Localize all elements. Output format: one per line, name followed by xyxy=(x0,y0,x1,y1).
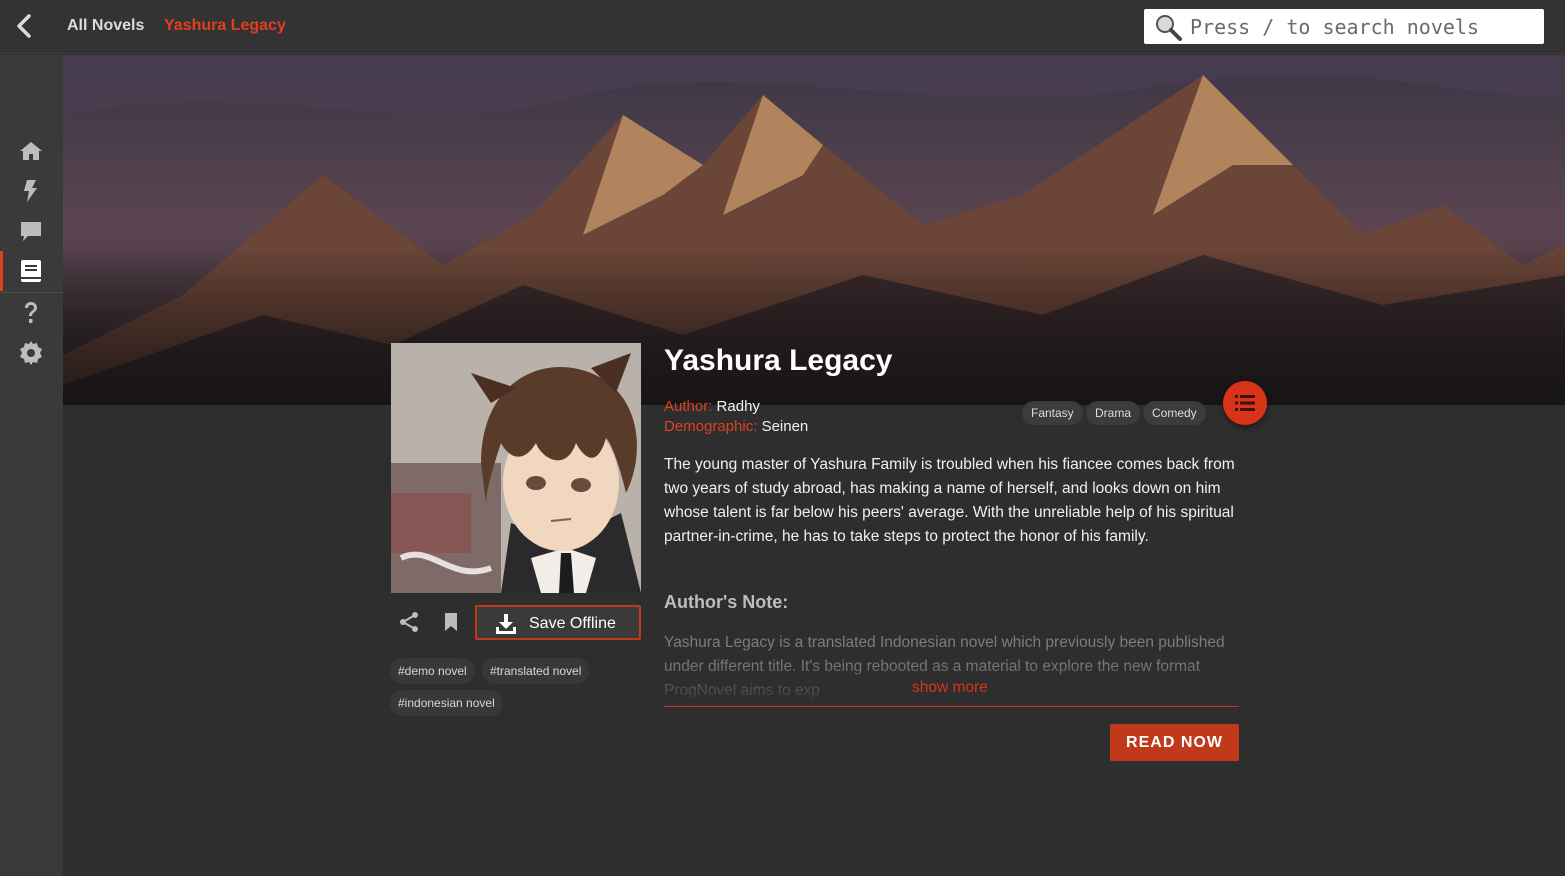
download-icon xyxy=(496,614,516,634)
genre-chip[interactable]: Comedy xyxy=(1143,401,1206,425)
home-icon xyxy=(20,142,42,160)
genre-chip[interactable]: Fantasy xyxy=(1022,401,1083,425)
gear-icon xyxy=(20,341,42,365)
save-offline-label: Save Offline xyxy=(529,615,616,632)
table-of-contents-button[interactable] xyxy=(1223,381,1267,425)
book-icon xyxy=(21,260,41,282)
share-button[interactable] xyxy=(396,609,422,635)
show-more-link[interactable]: show more xyxy=(912,679,988,697)
search-icon xyxy=(1156,15,1182,41)
lightning-icon xyxy=(24,180,37,202)
back-button[interactable] xyxy=(12,12,36,40)
demographic-label: Demographic: xyxy=(664,418,758,435)
list-icon xyxy=(1235,395,1255,411)
sidebar-item-updates[interactable] xyxy=(0,171,63,211)
breadcrumb-current: Yashura Legacy xyxy=(164,17,286,34)
cover-illustration xyxy=(391,343,641,593)
sidebar xyxy=(0,55,63,876)
chevron-left-icon xyxy=(17,14,31,38)
demographic-row: Demographic: Seinen xyxy=(664,418,808,435)
question-icon xyxy=(25,302,37,323)
save-offline-button[interactable]: Save Offline xyxy=(475,605,641,640)
chat-icon xyxy=(21,222,41,241)
breadcrumb-all-novels[interactable]: All Novels xyxy=(67,17,144,35)
sidebar-item-help[interactable] xyxy=(0,293,63,333)
genre-chip[interactable]: Drama xyxy=(1086,401,1141,425)
author-row: Author: Radhy xyxy=(664,398,760,415)
search-input[interactable] xyxy=(1190,9,1538,44)
novel-title: Yashura Legacy xyxy=(664,344,893,377)
search-box xyxy=(1144,9,1544,44)
tag-chip[interactable]: #indonesian novel xyxy=(390,690,503,716)
read-now-button[interactable]: READ NOW xyxy=(1110,724,1239,761)
top-bar: All Novels Yashura Legacy xyxy=(0,0,1565,54)
sidebar-item-home[interactable] xyxy=(0,131,63,171)
synopsis: The young master of Yashura Family is tr… xyxy=(664,456,1235,545)
bookmark-icon xyxy=(445,613,457,631)
sidebar-item-comments[interactable] xyxy=(0,211,63,251)
tag-chip[interactable]: #translated novel xyxy=(482,658,590,684)
author-label: Author: xyxy=(664,398,713,415)
share-icon xyxy=(400,612,418,632)
author-note-heading: Author's Note: xyxy=(664,592,789,612)
tag-chip[interactable]: #demo novel xyxy=(390,658,475,684)
divider xyxy=(664,706,1239,707)
novel-cover-image xyxy=(391,343,641,593)
bookmark-button[interactable] xyxy=(438,609,464,635)
author-value[interactable]: Radhy xyxy=(717,398,760,415)
sidebar-item-novels[interactable] xyxy=(0,251,63,291)
sidebar-item-settings[interactable] xyxy=(0,333,63,373)
demographic-value: Seinen xyxy=(761,418,809,435)
